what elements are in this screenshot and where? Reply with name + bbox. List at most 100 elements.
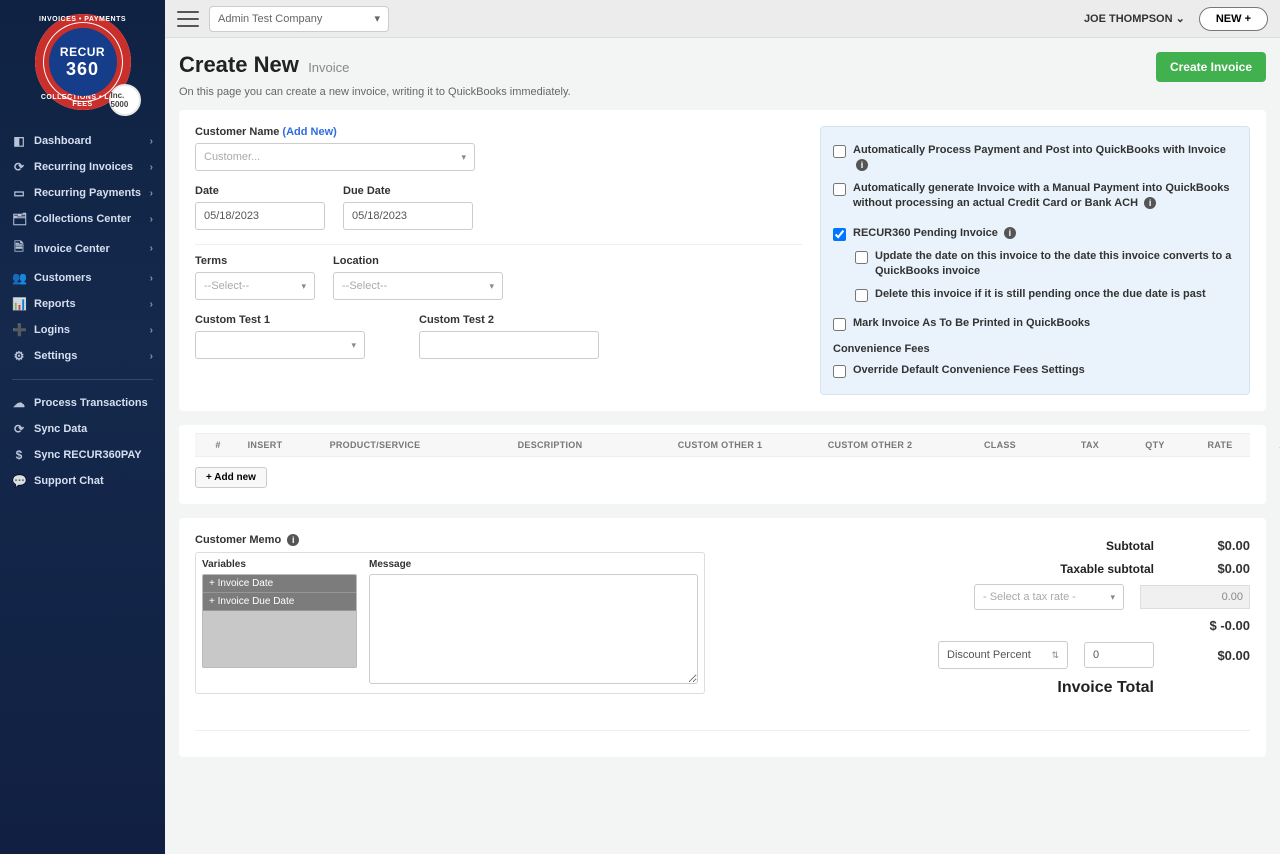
invoice-totals: Subtotal $0.00 Taxable subtotal $0.00 - …	[900, 534, 1250, 702]
add-line-item-button[interactable]: + Add new	[195, 467, 267, 488]
discount-type-select[interactable]: Discount Percent ⇅	[938, 641, 1068, 669]
brand-logo: INVOICES • PAYMENTS COLLECTIONS • LATE F…	[0, 0, 165, 120]
sidebar-item-invoice-center[interactable]: 🗎Invoice Center›	[0, 232, 165, 265]
auto-process-checkbox[interactable]	[833, 145, 846, 158]
info-icon[interactable]: i	[287, 534, 299, 546]
add-new-customer-link[interactable]: (Add New)	[282, 126, 336, 138]
col-rate: RATE	[1185, 440, 1255, 450]
variables-list: + Invoice Date + Invoice Due Date	[202, 574, 357, 668]
tax-line-amount: $ -0.00	[1170, 618, 1250, 633]
sidebar-item-settings[interactable]: ⚙ Settings ›	[0, 343, 165, 369]
card-icon: ▭	[12, 186, 26, 200]
sidebar-nav: ◧Dashboard› ⟳Recurring Invoices› ▭ Recurr…	[0, 128, 165, 369]
sidebar-item-label: Invoice Center	[34, 243, 110, 255]
chevron-right-icon: ›	[150, 162, 153, 173]
customer-memo-textarea[interactable]	[369, 574, 698, 684]
customer-name-label: Customer Name (Add New)	[195, 126, 475, 138]
customer-select[interactable]: Customer... ▾	[195, 143, 475, 171]
date-input[interactable]	[195, 202, 325, 230]
info-icon[interactable]: i	[1144, 197, 1156, 209]
custom2-input[interactable]	[419, 331, 599, 359]
sidebar-item-logins[interactable]: ➕Logins›	[0, 317, 165, 343]
location-label: Location	[333, 255, 503, 267]
sidebar-action-sync-recur360pay[interactable]: $Sync RECUR360PAY	[0, 442, 165, 468]
new-button[interactable]: NEW +	[1199, 7, 1268, 31]
col-qty: QTY	[1125, 440, 1185, 450]
message-label: Message	[369, 559, 698, 570]
discount-value-input[interactable]	[1084, 642, 1154, 668]
menu-toggle-icon[interactable]	[177, 11, 199, 27]
chevron-right-icon: ›	[150, 214, 153, 225]
location-select[interactable]: --Select-- ▾	[333, 272, 503, 300]
terms-label: Terms	[195, 255, 315, 267]
folder-icon: 🗂	[12, 212, 26, 226]
sidebar-item-customers[interactable]: 👥Customers›	[0, 265, 165, 291]
sidebar-action-sync-data[interactable]: ⟳Sync Data	[0, 416, 165, 442]
taxable-subtotal-value: $0.00	[1170, 561, 1250, 576]
tax-amount-readonly	[1140, 585, 1250, 609]
tax-rate-select[interactable]: - Select a tax rate - ▾	[974, 584, 1124, 610]
main-content: Create New Invoice Create Invoice On thi…	[165, 38, 1280, 854]
sidebar-item-collections-center[interactable]: 🗂Collections Center›	[0, 206, 165, 232]
auto-manual-checkbox[interactable]	[833, 183, 846, 196]
page-subtitle: Invoice	[308, 60, 349, 75]
variable-invoice-due-date[interactable]: + Invoice Due Date	[203, 593, 356, 611]
mark-print-checkbox[interactable]	[833, 318, 846, 331]
line-items-card: # INSERT PRODUCT/SERVICE DESCRIPTION CUS…	[179, 425, 1266, 504]
date-label: Date	[195, 185, 325, 197]
variable-invoice-date[interactable]: + Invoice Date	[203, 575, 356, 593]
sidebar-item-recurring-payments[interactable]: ▭Recurring Payments›	[0, 180, 165, 206]
user-menu[interactable]: JOE THOMPSON ⌄	[1084, 12, 1185, 25]
auto-manual-label: Automatically generate Invoice with a Ma…	[853, 181, 1237, 211]
users-icon: 👥	[12, 271, 26, 285]
caret-down-icon: ▾	[301, 281, 306, 292]
pending-invoice-label: RECUR360 Pending Invoice i	[853, 226, 1016, 241]
convenience-fees-heading: Convenience Fees	[833, 343, 1237, 355]
create-invoice-button[interactable]: Create Invoice	[1156, 52, 1266, 82]
custom2-label: Custom Test 2	[419, 314, 599, 326]
chevron-right-icon: ›	[150, 351, 153, 362]
gear-icon: ⚙	[12, 349, 26, 363]
discount-amount: $0.00	[1170, 648, 1250, 663]
delete-pending-checkbox[interactable]	[855, 289, 868, 302]
sidebar-item-reports[interactable]: 📊Reports›	[0, 291, 165, 317]
sidebar-action-label: Process Transactions	[34, 397, 148, 409]
due-date-input[interactable]	[343, 202, 473, 230]
line-items-header: # INSERT PRODUCT/SERVICE DESCRIPTION CUS…	[195, 433, 1250, 457]
top-bar: Admin Test Company ▾ JOE THOMPSON ⌄ NEW …	[165, 0, 1280, 38]
caret-down-icon: ▾	[461, 152, 466, 163]
page-title: Create New	[179, 52, 299, 77]
col-amount: AMOUNT	[1255, 440, 1280, 450]
sidebar-item-dashboard[interactable]: ◧Dashboard›	[0, 128, 165, 154]
col-product: PRODUCT/SERVICE	[295, 440, 455, 450]
gauge-icon: ◧	[12, 134, 26, 148]
delete-pending-label: Delete this invoice if it is still pendi…	[875, 287, 1206, 302]
sidebar-action-process-transactions[interactable]: ☁Process Transactions	[0, 390, 165, 416]
sidebar-item-label: Recurring Payments	[34, 187, 141, 199]
custom1-label: Custom Test 1	[195, 314, 365, 326]
update-date-checkbox[interactable]	[855, 251, 868, 264]
sync-icon: ⟳	[12, 422, 26, 436]
subtotal-label: Subtotal	[1024, 539, 1154, 553]
override-conv-checkbox[interactable]	[833, 365, 846, 378]
sidebar-item-recurring-invoices[interactable]: ⟳Recurring Invoices›	[0, 154, 165, 180]
taxable-subtotal-label: Taxable subtotal	[1024, 562, 1154, 576]
company-select-value: Admin Test Company	[218, 13, 322, 25]
logo-arc-top: INVOICES • PAYMENTS	[35, 16, 131, 23]
terms-select[interactable]: --Select-- ▾	[195, 272, 315, 300]
company-select[interactable]: Admin Test Company ▾	[209, 6, 389, 32]
sidebar-item-label: Logins	[34, 324, 70, 336]
info-icon[interactable]: i	[1004, 227, 1016, 239]
chevron-down-icon: ⌄	[1176, 13, 1185, 25]
app-sidebar: INVOICES • PAYMENTS COLLECTIONS • LATE F…	[0, 0, 165, 854]
mark-print-label: Mark Invoice As To Be Printed in QuickBo…	[853, 316, 1090, 331]
refresh-icon: ⟳	[12, 160, 26, 174]
chevron-right-icon: ›	[150, 136, 153, 147]
info-icon[interactable]: i	[856, 159, 868, 171]
custom1-select[interactable]: ▾	[195, 331, 365, 359]
caret-down-icon: ▾	[374, 12, 380, 25]
caret-down-icon: ▾	[489, 281, 494, 292]
sidebar-item-label: Settings	[34, 350, 77, 362]
pending-invoice-checkbox[interactable]	[833, 228, 846, 241]
sidebar-action-support-chat[interactable]: 💬Support Chat	[0, 468, 165, 494]
